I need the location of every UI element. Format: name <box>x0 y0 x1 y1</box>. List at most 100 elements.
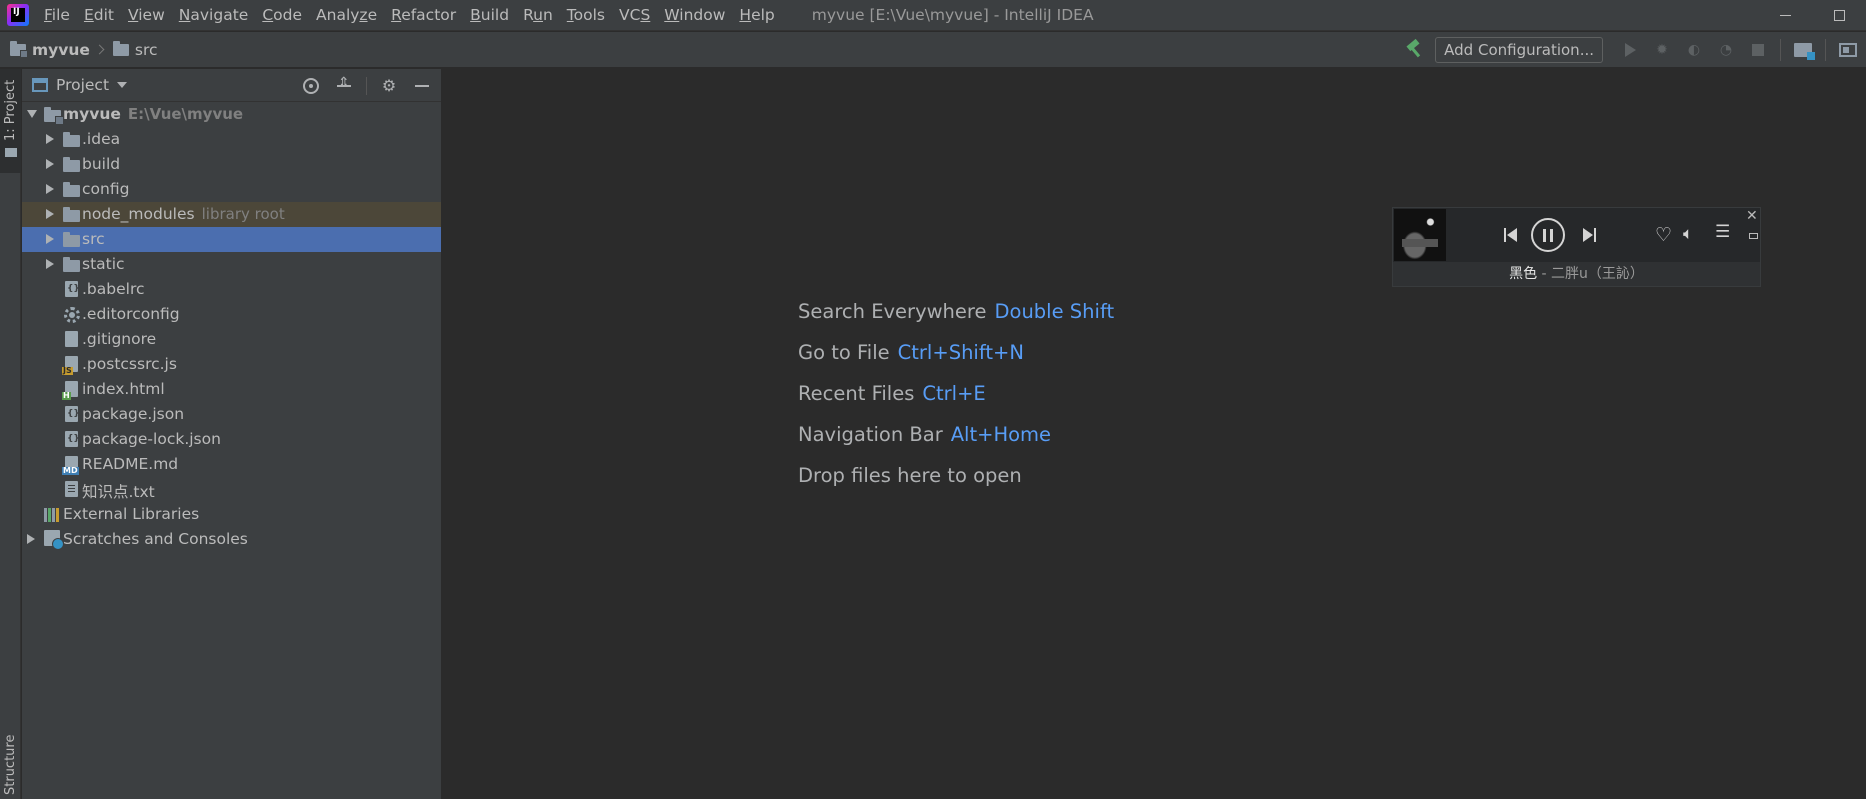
menu-edit[interactable]: Edit <box>77 0 121 31</box>
debug-bug-icon[interactable]: ✹ <box>1652 40 1672 60</box>
menu-refactor[interactable]: Refactor <box>384 0 463 31</box>
collapsed-arrow-icon[interactable] <box>46 184 54 194</box>
structure-tool-tab[interactable]: Structure <box>3 735 18 795</box>
tree-item-label: .babelrc <box>82 280 145 298</box>
tree-folder-row[interactable]: src <box>22 227 441 252</box>
menu-vcs[interactable]: VCS <box>612 0 657 31</box>
coverage-icon[interactable]: ◐ <box>1684 40 1704 60</box>
expanded-arrow-icon[interactable] <box>27 110 37 118</box>
collapsed-arrow-icon[interactable] <box>46 159 54 169</box>
menu-analyze[interactable]: Analyze <box>309 0 384 31</box>
toggle-frame-button[interactable] <box>1838 40 1858 60</box>
scroll-from-source-button[interactable] <box>300 75 322 97</box>
folder-icon <box>63 232 80 247</box>
tree-file-row[interactable]: MD README.md <box>22 452 441 477</box>
album-cover[interactable] <box>1394 209 1446 261</box>
editor-hint-text: Go to File <box>798 341 890 364</box>
tree-folder-row[interactable]: config <box>22 177 441 202</box>
add-configuration-button[interactable]: Add Configuration... <box>1435 37 1603 63</box>
tree-file-row[interactable]: {} .babelrc <box>22 277 441 302</box>
mini-mode-icon[interactable] <box>1749 233 1758 239</box>
maximize-window-button[interactable] <box>1812 0 1866 31</box>
breadcrumb-project[interactable]: myvue <box>32 41 90 59</box>
next-track-icon[interactable] <box>1579 220 1599 250</box>
minimize-window-button[interactable] <box>1758 0 1812 31</box>
toolbar-divider <box>1825 39 1826 61</box>
pause-icon[interactable] <box>1531 218 1565 252</box>
tree-root-row[interactable]: myvue E:\Vue\myvue <box>22 102 441 127</box>
tree-folder-row[interactable]: .idea <box>22 127 441 152</box>
collapsed-arrow-icon[interactable] <box>46 209 54 219</box>
profile-icon[interactable]: ◔ <box>1716 40 1736 60</box>
tree-file-row[interactable]: Hindex.html <box>22 377 441 402</box>
close-icon[interactable]: ✕ <box>1746 208 1758 224</box>
menu-navigate[interactable]: Navigate <box>172 0 256 31</box>
project-structure-button[interactable] <box>1793 40 1815 60</box>
config-file-icon <box>64 307 80 323</box>
playlist-icon[interactable]: ☰ <box>1715 222 1730 242</box>
tree-external-libraries-row[interactable]: External Libraries <box>22 502 441 527</box>
panel-settings-button[interactable]: ⚙ <box>378 75 400 97</box>
tools-divider <box>366 76 367 95</box>
volume-icon[interactable]: 🔈︎ <box>1683 224 1693 244</box>
tree-scratches-row[interactable]: Scratches and Consoles <box>22 527 441 552</box>
chevron-down-icon[interactable] <box>117 82 128 88</box>
project-view-icon <box>32 78 48 92</box>
tree-file-row[interactable]: .editorconfig <box>22 302 441 327</box>
editor-hint-text: Navigation Bar <box>798 423 943 446</box>
tree-item-label: build <box>82 155 121 173</box>
project-panel: Project ⚙ myvueE:\Vue\myvue .idea build co… <box>22 69 442 799</box>
build-hammer-icon[interactable] <box>1405 40 1425 60</box>
tree-item-label: node_modules library root <box>82 205 285 223</box>
menu-bar: File Edit View Navigate Code Analyze Refactor B… <box>37 0 782 31</box>
menu-window[interactable]: Window <box>657 0 732 31</box>
collapse-all-button[interactable] <box>333 75 355 97</box>
collapsed-arrow-icon[interactable] <box>46 234 54 244</box>
tree-item-label: src <box>82 230 105 248</box>
tree-root-label: myvue E:\Vue\myvue <box>63 105 244 123</box>
menu-build[interactable]: Build <box>463 0 516 31</box>
editor-area[interactable]: Search Everywhere Double Shift Go to File C… <box>443 69 1866 799</box>
breadcrumb-separator-icon <box>94 44 105 55</box>
tree-file-row[interactable]: JS .postcssrc.js <box>22 352 441 377</box>
tree-file-row[interactable]: .gitignore <box>22 327 441 352</box>
music-player-widget: ♡ 🔈︎ ☰ ✕ 黑色 - 二胖u（王訫） <box>1392 207 1761 287</box>
menu-tools[interactable]: Tools <box>560 0 612 31</box>
hide-panel-button[interactable] <box>411 75 433 97</box>
tree-folder-row[interactable]: static <box>22 252 441 277</box>
tree-file-row[interactable]: {} package-lock.json <box>22 427 441 452</box>
tree-item-label: config <box>82 180 130 198</box>
tree-folder-row[interactable]: build <box>22 152 441 177</box>
library-root-hint: library root <box>201 205 285 223</box>
stop-icon[interactable] <box>1752 44 1764 56</box>
tree-folder-row[interactable]: node_modules library root <box>22 202 441 227</box>
project-tool-tab-label: 1: Project <box>3 79 18 141</box>
menu-view[interactable]: View <box>121 0 172 31</box>
song-title: 黑色 <box>1509 266 1538 282</box>
song-separator: - <box>1537 266 1552 282</box>
menu-run[interactable]: Run <box>516 0 560 31</box>
project-tool-tab[interactable]: 1: Project <box>0 69 21 173</box>
menu-file[interactable]: File <box>37 0 77 31</box>
locate-target-icon <box>303 77 319 94</box>
menu-help[interactable]: Help <box>732 0 781 31</box>
breadcrumb-folder[interactable]: src <box>135 41 158 59</box>
editor-hint-text: Drop files here to open <box>798 464 1022 487</box>
tree-file-row[interactable]: {} package.json <box>22 402 441 427</box>
run-icon[interactable] <box>1625 43 1636 57</box>
project-view-selector[interactable]: Project <box>56 76 109 94</box>
external-libraries-label: External Libraries <box>63 505 200 523</box>
collapsed-arrow-icon[interactable] <box>46 134 54 144</box>
collapsed-arrow-icon[interactable] <box>46 259 54 269</box>
editor-hint-shortcut: Alt+Home <box>950 423 1052 446</box>
text-file-icon <box>65 481 78 497</box>
toolbar-divider <box>1780 39 1781 61</box>
collapsed-arrow-icon[interactable] <box>27 534 35 544</box>
tree-file-row[interactable]: 知识点.txt <box>22 477 441 502</box>
previous-track-icon[interactable] <box>1500 220 1520 250</box>
folder-icon <box>5 148 17 157</box>
left-tool-strip: 1: Project Structure <box>0 69 21 799</box>
menu-code[interactable]: Code <box>255 0 309 31</box>
heart-icon[interactable]: ♡ <box>1655 224 1672 246</box>
folder-icon <box>63 182 80 197</box>
